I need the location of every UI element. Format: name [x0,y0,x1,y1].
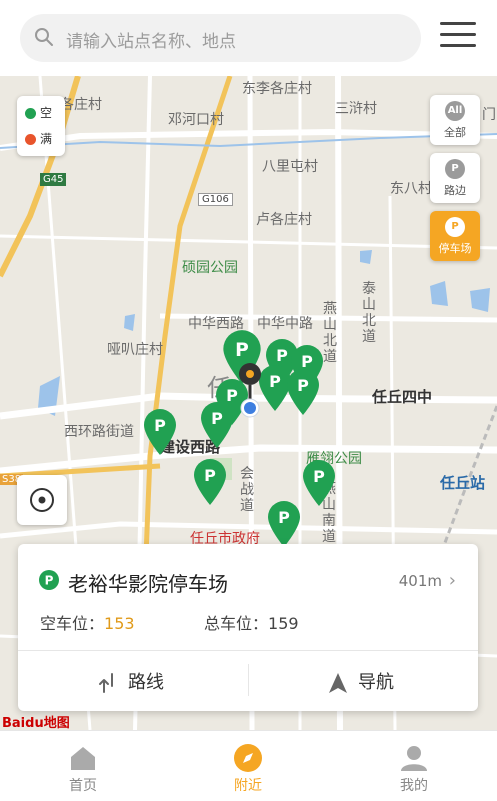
navigation-arrow-icon [329,673,347,693]
parking-pin-icon: P [39,570,59,590]
bottom-tab-bar: 首页 附近 我的 [0,730,497,801]
route-icon [99,673,113,693]
legend-full: 满 [25,130,52,147]
parking-pin[interactable]: P [193,458,227,506]
svg-text:P: P [278,508,290,527]
map-label: 哑叭庄村 [107,342,163,358]
map-label: 门 [482,107,496,123]
all-icon: All [445,101,465,121]
filter-roadside-button[interactable]: P 路边 [430,153,480,203]
distance-text: 401m [398,572,442,590]
map-label: 各庄村 [60,97,102,113]
menu-icon [440,22,476,25]
search-placeholder: 请输入站点名称、地点 [66,32,236,52]
tab-nearby[interactable]: 附近 [165,731,331,801]
map-label: 东李各庄村 [242,81,312,97]
park-label: 硕园公园 [182,260,238,276]
filter-all-button[interactable]: All 全部 [430,95,480,145]
parking-icon: P [445,159,465,179]
parking-pin[interactable]: P [286,368,320,416]
route-button[interactable]: 路线 [98,668,164,694]
map-label: 燕山北道 [323,301,337,365]
parking-pin[interactable]: P [302,459,336,507]
parking-lot-icon: P [445,217,465,237]
navigate-button[interactable]: 导航 [328,668,394,694]
top-bar: 请输入站点名称、地点 [0,0,497,76]
menu-button[interactable] [440,22,476,52]
parking-pin[interactable]: P [267,500,301,548]
svg-text:P: P [211,409,223,428]
map-label: 东八村 [390,181,432,197]
home-icon [71,747,95,770]
svg-text:P: P [313,467,325,486]
tab-home[interactable]: 首页 [0,731,166,801]
highway-badge: G45 [40,173,67,186]
map-label: 任丘站 [440,474,486,492]
parking-pin[interactable]: P [200,401,234,449]
map-label: 三浒村 [335,101,377,117]
map-label: 会战道 [240,466,254,514]
compass-icon [234,744,262,772]
svg-text:P: P [297,376,309,395]
search-input[interactable]: 请输入站点名称、地点 [20,14,421,62]
tab-mine[interactable]: 我的 [331,731,497,801]
locate-button[interactable] [17,475,67,525]
card-vertical-divider [248,664,249,696]
map-label: 泰山北道 [362,281,376,345]
card-divider [18,650,478,651]
search-icon [35,28,53,46]
total-spaces: 总车位：159 [204,614,299,633]
selected-marker-icon [239,363,261,418]
map-label: 邓河口村 [168,112,224,128]
svg-text:P: P [45,574,54,588]
svg-text:P: P [154,416,166,435]
svg-text:P: P [204,466,216,485]
svg-text:P: P [269,372,281,391]
svg-text:P: P [276,346,288,365]
user-icon [401,746,427,771]
parking-info-card[interactable]: P 老裕华影院停车场 401m › 空车位：153 总车位：159 路线 导航 [18,544,478,711]
locate-icon [30,488,54,512]
map-label: 西环路街道 [64,424,134,440]
map-label: 八里屯村 [262,159,318,175]
baidu-map-logo: Baidu地图 [2,716,70,731]
free-spaces: 空车位：153 [40,614,135,633]
filter-parking-lot-button[interactable]: P 停车场 [430,211,480,261]
map-legend: 空 满 [17,96,65,156]
svg-text:P: P [235,340,249,361]
parking-name: 老裕华影院停车场 [68,572,228,596]
map-label: 卢各庄村 [256,212,312,228]
map-label: 任丘四中 [372,388,433,406]
chevron-right-icon[interactable]: › [449,570,456,591]
map-label: 中华中路 [257,316,313,332]
legend-free: 空 [25,104,52,121]
highway-badge: G106 [198,193,233,206]
parking-pin[interactable]: P [143,408,177,456]
